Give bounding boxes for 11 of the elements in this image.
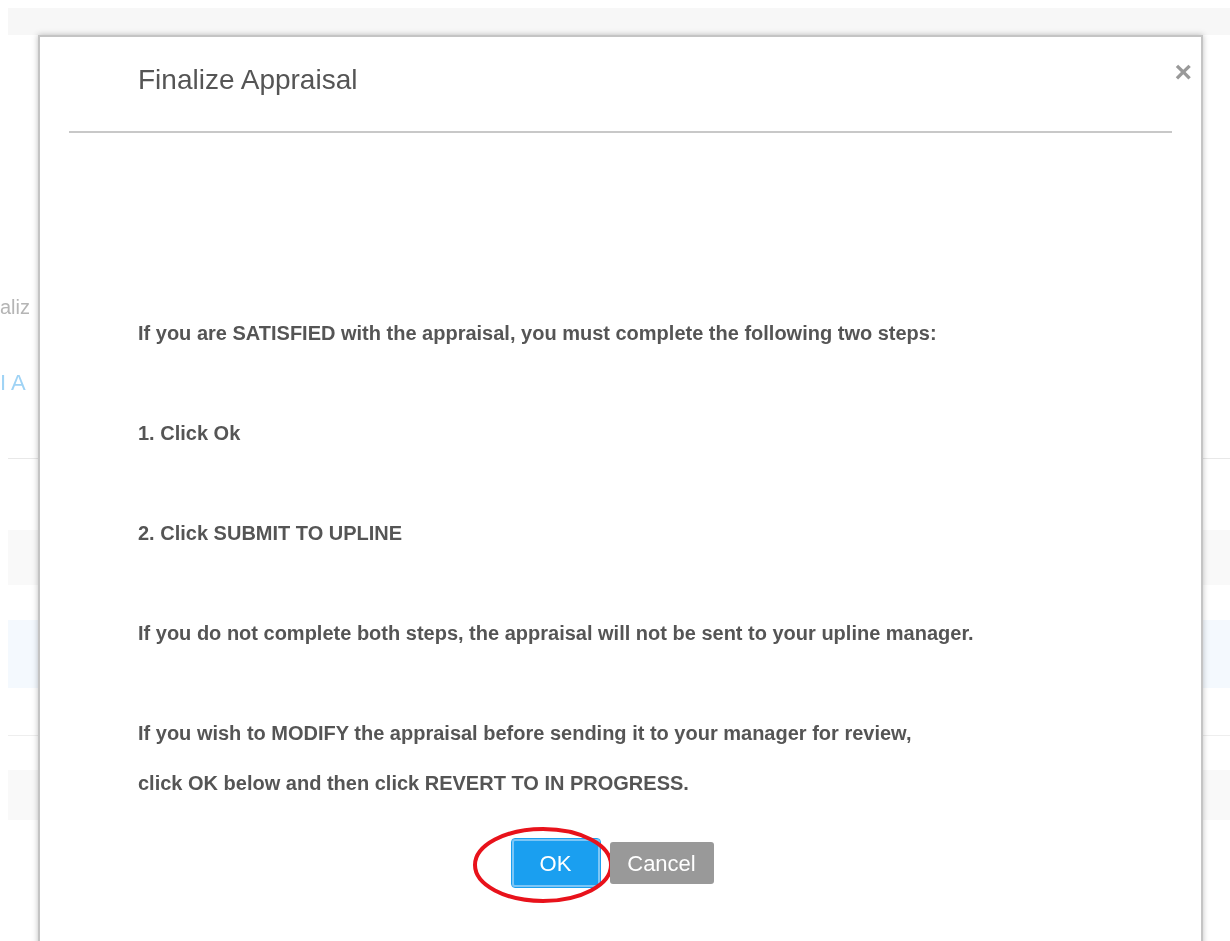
- instruction-text: If you are SATISFIED with the appraisal, you must complete the following two steps:: [138, 321, 938, 346]
- ok-button[interactable]: OK: [511, 839, 600, 887]
- instruction-text: 1. Click Ok: [138, 421, 242, 446]
- instruction-text: If you wish to MODIFY the appraisal before sending it to your manager for review, click OK below and then click REVERT TO IN PROGRESS.: [138, 721, 913, 796]
- instruction-text: If you do not complete both steps, the appraisal will not be sent to your upline manager.: [138, 621, 975, 646]
- cancel-button[interactable]: Cancel: [609, 842, 714, 884]
- close-button[interactable]: ×: [1174, 57, 1192, 87]
- dialog-title: Finalize Appraisal: [138, 63, 358, 97]
- instruction-text: 2. Click SUBMIT TO UPLINE: [138, 521, 404, 546]
- background-link[interactable]: I A: [0, 366, 26, 399]
- background-label: aliz: [0, 295, 30, 320]
